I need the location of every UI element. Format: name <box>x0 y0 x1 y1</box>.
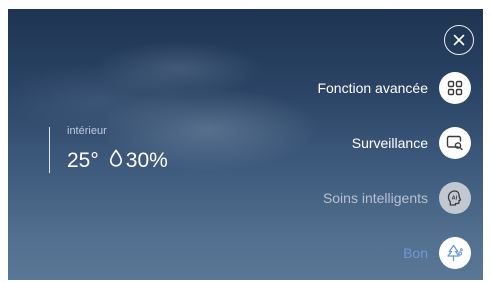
menu-item-label: Bon <box>403 245 428 261</box>
tree-icon <box>447 244 463 262</box>
menu-item-label: Fonction avancée <box>317 80 428 96</box>
menu-item-label: Surveillance <box>351 135 428 151</box>
smart-care-button[interactable]: AI <box>439 182 471 214</box>
air-quality-button[interactable] <box>439 237 471 269</box>
menu-item-label: Soins intelligents <box>322 190 428 206</box>
screen-background: intérieur 25° 30% Fonction avancée Surve… <box>8 9 483 280</box>
menu-item-bon[interactable]: Bon <box>403 237 471 269</box>
svg-text:AI: AI <box>452 195 458 201</box>
humidity-drop-icon <box>109 149 123 172</box>
menu-item-surveillance[interactable]: Surveillance <box>352 127 471 159</box>
indoor-temperature: 25° <box>67 148 99 172</box>
monitor-search-icon <box>446 135 463 151</box>
indoor-readings: 25° 30% <box>67 149 168 172</box>
menu-item-soins-intelligents[interactable]: Soins intelligents AI <box>323 182 471 214</box>
indoor-label: intérieur <box>67 125 107 137</box>
menu-item-fonction-avancee[interactable]: Fonction avancée <box>317 72 471 104</box>
indoor-humidity: 30% <box>125 148 168 172</box>
ai-care-icon: AI <box>447 190 462 206</box>
close-icon <box>453 34 465 46</box>
surveillance-button[interactable] <box>439 127 471 159</box>
advanced-function-button[interactable] <box>439 72 471 104</box>
grid-icon <box>447 80 463 96</box>
close-button[interactable] <box>444 25 474 55</box>
indoor-panel: intérieur 25° 30% <box>49 125 168 173</box>
